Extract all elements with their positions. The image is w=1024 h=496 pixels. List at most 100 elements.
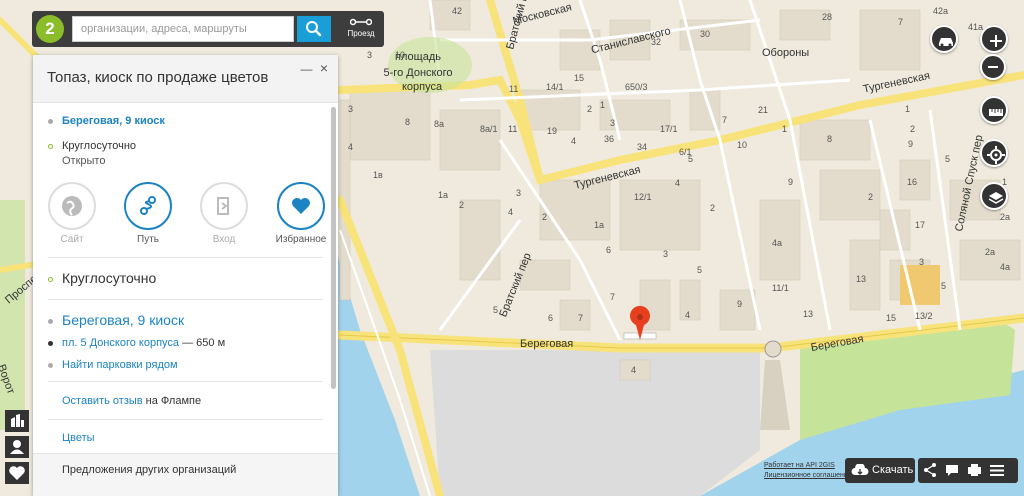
user-button[interactable] xyxy=(5,436,29,458)
clock-icon xyxy=(48,276,53,282)
locate-button[interactable] xyxy=(980,139,1008,167)
place-line-2: 5-го Донского xyxy=(384,67,453,79)
search-input[interactable] xyxy=(72,16,294,42)
house-number: 4 xyxy=(631,365,636,375)
place-line-3: корпуса xyxy=(402,81,443,93)
house-number: 4 xyxy=(685,310,690,320)
share-icon[interactable] xyxy=(924,463,936,477)
comment-icon[interactable] xyxy=(946,465,958,476)
house-number: 4 xyxy=(675,178,680,188)
plus-icon xyxy=(990,35,1002,47)
parking-link[interactable]: Найти парковки рядом xyxy=(62,359,178,371)
hours-full: Круглосуточно xyxy=(62,270,157,286)
download-button[interactable]: Скачать xyxy=(845,458,915,483)
layers-button[interactable] xyxy=(980,182,1008,210)
house-number: 2 xyxy=(459,200,464,210)
house-number: 2a xyxy=(985,247,995,257)
traffic-button[interactable] xyxy=(930,25,958,53)
house-number: 1в xyxy=(373,170,383,180)
heart-icon xyxy=(9,466,25,480)
close-icon[interactable]: × xyxy=(320,60,328,76)
house-number: 2 xyxy=(868,192,873,202)
landmark-link[interactable]: пл. 5 Донского корпуса xyxy=(62,337,179,349)
buildings-button[interactable] xyxy=(5,410,29,432)
address-short-link[interactable]: Береговая, 9 киоск xyxy=(62,115,165,127)
house-number: 2 xyxy=(910,124,915,134)
divider xyxy=(48,299,323,300)
download-label: Скачать xyxy=(872,464,914,476)
api-link[interactable]: Работает на API 2GIS xyxy=(764,462,835,469)
house-number: 5 xyxy=(945,154,950,164)
search-icon xyxy=(306,21,322,37)
house-number: 9 xyxy=(737,299,742,309)
action-favorite[interactable]: Избранное xyxy=(273,182,329,245)
house-number: 7 xyxy=(898,17,903,27)
license-link[interactable]: Лицензионное соглашение xyxy=(764,472,852,479)
action-site[interactable]: Сайт xyxy=(47,182,97,245)
house-number: 4a xyxy=(772,238,782,248)
house-number: 11/1 xyxy=(772,283,789,293)
action-site-label: Сайт xyxy=(60,234,84,245)
other-orgs-section[interactable]: Предложения других организаций xyxy=(33,453,338,496)
house-number: 10 xyxy=(737,140,747,150)
action-favorite-label: Избранное xyxy=(275,234,327,245)
share-bar xyxy=(918,458,1018,483)
card-scrollbar[interactable] xyxy=(331,107,336,389)
house-number: 4 xyxy=(571,136,576,146)
minimize-icon[interactable]: — xyxy=(300,62,312,76)
house-number: 11 xyxy=(508,124,517,134)
ruler-icon xyxy=(989,109,1003,116)
house-number: 4 xyxy=(508,207,513,217)
status-text: Открыто xyxy=(62,155,106,167)
route-button[interactable]: Проезд xyxy=(341,12,381,46)
house-number: 3 xyxy=(367,50,372,60)
street-beregovaya-1: Береговая xyxy=(520,338,573,350)
user-icon xyxy=(10,440,24,454)
divider xyxy=(48,381,323,382)
action-entrance[interactable]: Вход xyxy=(199,182,249,245)
divider xyxy=(48,419,323,420)
category-link[interactable]: Цветы xyxy=(62,432,95,444)
house-number: 17/1 xyxy=(660,124,678,134)
house-number: 2a xyxy=(1000,212,1010,222)
house-number: 6/1 xyxy=(679,147,692,157)
hours-full-row: Круглосуточно xyxy=(48,270,156,286)
menu-icon[interactable] xyxy=(990,465,1004,476)
action-route[interactable]: Путь xyxy=(123,182,173,245)
house-number: 10 xyxy=(395,50,405,60)
zoom-out-button[interactable] xyxy=(980,54,1006,80)
house-number: 9 xyxy=(908,139,913,149)
hours-short-row: Круглосуточно xyxy=(48,140,136,152)
house-number: 7 xyxy=(610,292,615,302)
house-number: 8 xyxy=(827,134,832,144)
landmark-distance: — 650 м xyxy=(182,337,226,349)
zoom-in-button[interactable] xyxy=(980,25,1008,53)
house-number: 8a/1 xyxy=(480,124,498,134)
logo-2gis-icon[interactable]: 2 xyxy=(36,15,64,43)
address-full-row: Береговая, 9 киоск xyxy=(48,312,184,328)
house-number: 5 xyxy=(941,281,946,291)
house-number: 2 xyxy=(710,203,715,213)
house-number: 3 xyxy=(663,249,668,259)
ruler-button[interactable] xyxy=(980,96,1008,124)
house-number: 13 xyxy=(803,309,813,319)
favorites-button[interactable] xyxy=(5,462,29,484)
house-number: 21 xyxy=(758,105,768,115)
house-number: 3 xyxy=(610,118,615,128)
review-link[interactable]: Оставить отзыв xyxy=(62,395,143,407)
house-number: 6 xyxy=(606,245,611,255)
house-number: 1a xyxy=(594,220,604,230)
address-full-link[interactable]: Береговая, 9 киоск xyxy=(62,312,184,328)
house-number: 4a xyxy=(1000,262,1010,272)
house-number: 42a xyxy=(933,6,948,16)
house-number: 11 xyxy=(509,84,518,94)
print-icon[interactable] xyxy=(968,464,981,476)
pin-icon xyxy=(48,318,53,324)
house-number: 2 xyxy=(542,212,547,222)
parking-icon xyxy=(48,362,53,368)
place-card: Топаз, киоск по продаже цветов — × Берег… xyxy=(33,55,338,496)
search-button[interactable] xyxy=(297,16,331,42)
house-number: 34 xyxy=(637,142,647,152)
review-suffix: на Флампе xyxy=(145,395,202,407)
target-icon xyxy=(987,146,1005,164)
